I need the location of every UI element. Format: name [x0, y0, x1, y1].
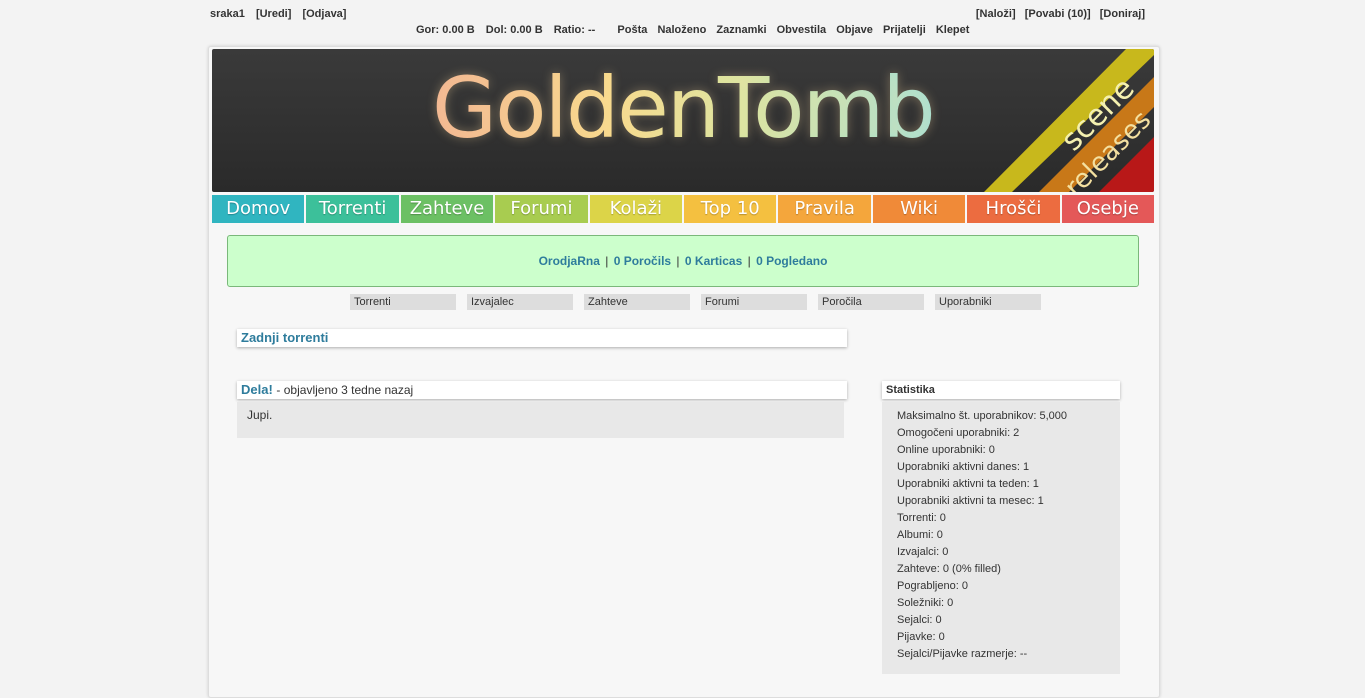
search-users-input[interactable]: Uporabniki — [935, 294, 1041, 310]
bookmarks-link[interactable]: Zaznamki — [716, 24, 766, 36]
statistics-row: Pijavke: 0 — [897, 631, 945, 643]
news-heading: Dela! - objavljeno 3 tedne nazaj — [237, 381, 847, 399]
upload-stat: Gor: 0.00 B — [416, 24, 475, 36]
statistics-row: Pograbljeno: 0 — [897, 580, 968, 592]
search-forums-input[interactable]: Forumi — [701, 294, 807, 310]
notifications-link[interactable]: Obvestila — [777, 24, 827, 36]
donate-link[interactable]: [Doniraj] — [1100, 8, 1145, 20]
statistics-row: Sejalci/Pijavke razmerje: -- — [897, 648, 1028, 660]
nav-wiki[interactable]: Wiki — [872, 195, 966, 223]
site-logo: GoldenTomb — [432, 59, 936, 157]
user-bar: sraka1 [Uredi] [Odjava] — [210, 8, 354, 20]
search-reports-input[interactable]: Poročila — [818, 294, 924, 310]
user-actions: [Naloži] [Povabi (10)] [Doniraj] — [970, 8, 1145, 20]
search-artist-input[interactable]: Izvajalec — [467, 294, 573, 310]
nav-domov[interactable]: Domov — [212, 195, 305, 223]
statistics-row: Izvajalci: 0 — [897, 546, 949, 558]
cards-link[interactable]: 0 Karticas — [685, 254, 742, 268]
nav-torrenti[interactable]: Torrenti — [306, 195, 399, 223]
site-banner[interactable]: GoldenTomb scene releases — [212, 49, 1154, 192]
posts-link[interactable]: Objave — [836, 24, 873, 36]
alert-bar: OrodjaRna | 0 Poročils | 0 Karticas | 0 … — [227, 235, 1139, 287]
uploaded-link[interactable]: Naloženo — [657, 24, 706, 36]
nav-zahteve[interactable]: Zahteve — [400, 195, 494, 223]
viewed-link[interactable]: 0 Pogledano — [756, 254, 827, 268]
search-requests-input[interactable]: Zahteve — [584, 294, 690, 310]
statistics-row: Maksimalno št. uporabnikov: 5,000 — [897, 410, 1067, 422]
nav-pravila[interactable]: Pravila — [778, 195, 871, 223]
stats-bar: Gor: 0.00 B Dol: 0.00 B Ratio: -- Pošta … — [416, 24, 976, 36]
search-bar: Torrenti Izvajalec Zahteve Forumi Poroči… — [350, 294, 1052, 310]
statistics-row: Uporabniki aktivni ta teden: 1 — [897, 478, 1039, 490]
download-stat: Dol: 0.00 B — [485, 24, 543, 36]
ratio-stat: Ratio: -- — [553, 24, 596, 36]
nav-top10[interactable]: Top 10 — [684, 195, 777, 223]
invite-link[interactable]: [Povabi (10)] — [1025, 8, 1091, 20]
statistics-row: Sejalci: 0 — [897, 614, 942, 626]
statistics-row: Uporabniki aktivni danes: 1 — [897, 461, 1030, 473]
edit-profile-link[interactable]: [Uredi] — [256, 8, 291, 20]
inbox-link[interactable]: Pošta — [617, 24, 647, 36]
statistics-row: Zahteve: 0 (0% filled) — [897, 563, 1001, 575]
news-meta: - objavljeno 3 tedne nazaj — [276, 383, 414, 397]
statistics-row: Albumi: 0 — [897, 529, 943, 541]
nav-osebje[interactable]: Osebje — [1061, 195, 1155, 223]
statistics-row: Online uporabniki: 0 — [897, 444, 995, 456]
latest-torrents-heading: Zadnji torrenti — [237, 329, 847, 347]
main-nav: Domov Torrenti Zahteve Forumi Kolaži Top… — [212, 195, 1155, 223]
friends-link[interactable]: Prijatelji — [883, 24, 926, 36]
news-body: Jupi. — [237, 402, 844, 438]
logout-link[interactable]: [Odjava] — [302, 8, 346, 20]
news-title-link[interactable]: Dela! — [241, 382, 273, 397]
main-container: GoldenTomb scene releases Domov Torrenti… — [208, 46, 1160, 698]
nav-kolazi[interactable]: Kolaži — [589, 195, 683, 223]
search-torrents-input[interactable]: Torrenti — [350, 294, 456, 310]
statistics-list: Maksimalno št. uporabnikov: 5,000 Omogoče… — [897, 408, 1120, 663]
reports-link[interactable]: 0 Poročils — [614, 254, 671, 268]
username-link[interactable]: sraka1 — [210, 8, 245, 20]
statistics-heading: Statistika — [882, 381, 1120, 399]
statistics-row: Soležniki: 0 — [897, 597, 954, 609]
chat-link[interactable]: Klepet — [936, 24, 970, 36]
nav-hrosci[interactable]: Hrošči — [967, 195, 1060, 223]
toolbox-link[interactable]: OrodjaRna — [539, 254, 600, 268]
statistics-row: Omogočeni uporabniki: 2 — [897, 427, 1020, 439]
upload-link[interactable]: [Naloži] — [976, 8, 1016, 20]
statistics-panel: Maksimalno št. uporabnikov: 5,000 Omogoče… — [882, 402, 1120, 674]
statistics-row: Torrenti: 0 — [897, 512, 946, 524]
statistics-row: Uporabniki aktivni ta mesec: 1 — [897, 495, 1044, 507]
nav-forumi[interactable]: Forumi — [495, 195, 588, 223]
